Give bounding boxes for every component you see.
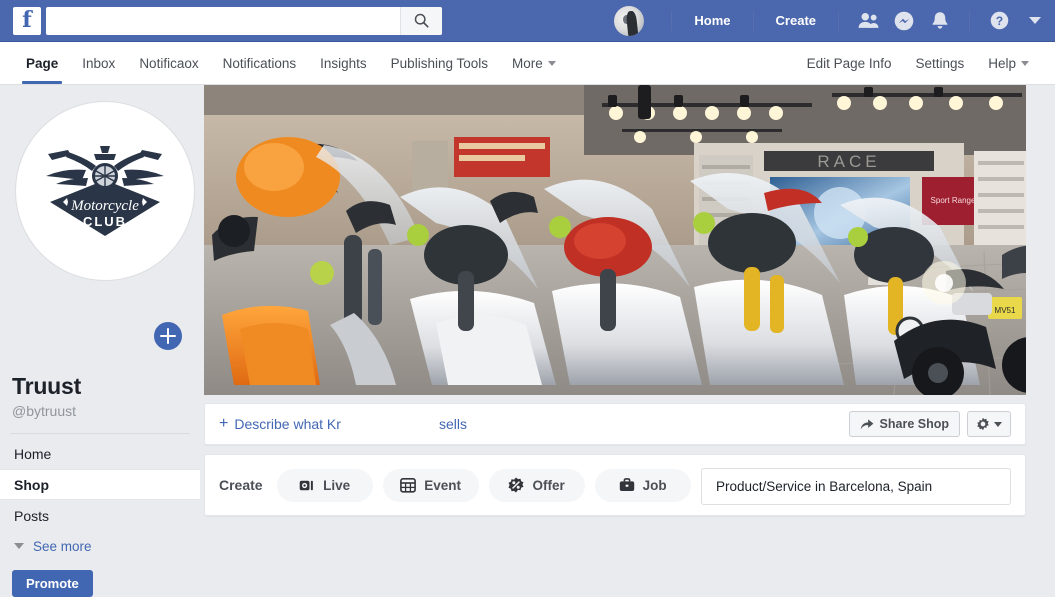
create-live-button[interactable]: Live xyxy=(276,468,373,502)
nav-link-home[interactable]: Home xyxy=(683,13,741,28)
share-arrow-icon xyxy=(860,418,873,429)
calendar-icon xyxy=(400,477,417,493)
video-camera-icon xyxy=(299,480,313,490)
share-shop-button[interactable]: Share Shop xyxy=(848,411,960,437)
friend-requests-button[interactable] xyxy=(853,7,883,35)
tab-label: Edit Page Info xyxy=(806,55,892,71)
facebook-logo-icon[interactable]: f xyxy=(13,6,41,35)
friend-requests-icon xyxy=(858,13,878,28)
describe-card-actions: Share Shop xyxy=(848,411,1011,437)
help-question-icon: ? xyxy=(990,11,1008,30)
sidebar-item-label: Home xyxy=(14,445,52,462)
create-job-button[interactable]: Job xyxy=(594,468,691,502)
plus-icon: + xyxy=(219,415,229,432)
tab-publishing-tools[interactable]: Publishing Tools xyxy=(379,42,500,84)
help-button[interactable]: ? xyxy=(984,7,1014,35)
profile-picture[interactable]: Motorcycle CLUB xyxy=(16,102,194,280)
see-more-label: See more xyxy=(33,538,92,554)
sidebar-divider xyxy=(10,433,190,434)
chevron-down-icon xyxy=(994,421,1002,427)
svg-text:CLUB: CLUB xyxy=(83,214,127,229)
account-menu-caret-icon[interactable] xyxy=(1029,17,1041,24)
messenger-icon xyxy=(894,11,914,30)
tab-notifications[interactable]: Notifications xyxy=(211,42,309,84)
tab-label: Publishing Tools xyxy=(390,55,488,71)
messenger-button[interactable] xyxy=(889,7,919,35)
nav-divider xyxy=(969,10,970,31)
tab-page[interactable]: Page xyxy=(14,42,70,84)
percent-tag-icon xyxy=(508,477,524,493)
create-card: Create Live Event Offer Job Product/Serv… xyxy=(204,454,1026,516)
nav-link-create[interactable]: Create xyxy=(765,13,827,28)
describe-shop-card: + Describe what Kr sells Share Shop xyxy=(204,403,1026,445)
chevron-down-icon xyxy=(1021,60,1029,66)
sidebar-nav: Home Shop Posts See more xyxy=(0,438,200,561)
page-handle: @bytruust xyxy=(12,403,77,419)
sidebar-see-more[interactable]: See more xyxy=(0,531,200,561)
top-nav-right-group: Home Create ? xyxy=(614,0,1055,42)
svg-text:RACE: RACE xyxy=(817,152,880,171)
sells-link[interactable]: sells xyxy=(439,416,467,432)
create-button-label: Offer xyxy=(532,477,565,493)
tab-bar-right-group: Edit Page Info Settings Help xyxy=(795,42,1041,84)
tab-label: Insights xyxy=(320,55,367,71)
tab-label: Notificaox xyxy=(139,55,199,71)
tab-label: More xyxy=(512,55,543,71)
sidebar-item-shop[interactable]: Shop xyxy=(0,469,200,500)
tab-edit-page-info[interactable]: Edit Page Info xyxy=(795,42,904,84)
cover-photo[interactable]: RACE Sport Range MV51 xyxy=(204,85,1026,395)
add-profile-photo-button[interactable] xyxy=(151,319,185,353)
avatar[interactable] xyxy=(614,5,645,36)
briefcase-icon xyxy=(619,478,634,491)
chevron-down-icon xyxy=(14,543,24,549)
tab-settings[interactable]: Settings xyxy=(903,42,976,84)
nav-divider xyxy=(752,10,754,31)
describe-what-sells-link[interactable]: + Describe what Kr xyxy=(219,415,341,433)
tab-label: Help xyxy=(988,55,1016,71)
page-title: Truust xyxy=(12,373,82,399)
search-button[interactable] xyxy=(400,6,442,35)
page-body: Motorcycle CLUB Truust @bytruust Home Sh… xyxy=(0,85,1055,597)
tab-insights[interactable]: Insights xyxy=(308,42,379,84)
gear-icon xyxy=(977,417,989,431)
chevron-down-icon xyxy=(547,60,556,66)
create-button-label: Live xyxy=(323,477,351,493)
sidebar-item-home[interactable]: Home xyxy=(0,438,200,469)
svg-text:Sport Range: Sport Range xyxy=(931,196,976,205)
tab-help[interactable]: Help xyxy=(976,42,1041,84)
create-button-label: Event xyxy=(424,477,461,493)
nav-divider xyxy=(838,10,839,31)
tab-label: Inbox xyxy=(82,55,116,71)
search-input[interactable] xyxy=(46,7,400,34)
left-sidebar: Motorcycle CLUB Truust @bytruust Home Sh… xyxy=(0,85,200,597)
tab-notificaox[interactable]: Notificaox xyxy=(127,42,210,84)
create-label: Create xyxy=(219,477,263,493)
share-shop-label: Share Shop xyxy=(879,417,949,431)
create-button-label: Job xyxy=(642,477,667,493)
search-bar xyxy=(46,6,442,35)
svg-text:Motorcycle: Motorcycle xyxy=(70,198,139,214)
top-navigation-bar: f Home Create ? xyxy=(0,0,1055,42)
create-offer-button[interactable]: Offer xyxy=(488,468,585,502)
sidebar-item-label: Shop xyxy=(14,476,49,493)
promote-button[interactable]: Promote xyxy=(12,570,93,597)
tab-label: Settings xyxy=(915,55,965,71)
page-tab-bar: Page Inbox Notificaox Notifications Insi… xyxy=(0,42,1055,85)
tab-more[interactable]: More xyxy=(500,42,568,84)
notifications-bell-icon xyxy=(932,11,948,29)
svg-text:MV51: MV51 xyxy=(995,306,1016,315)
category-location-field[interactable]: Product/Service in Barcelona, Spain xyxy=(701,468,1011,505)
tab-inbox[interactable]: Inbox xyxy=(70,42,127,84)
notifications-button[interactable] xyxy=(925,7,955,35)
motorcycle-club-logo: Motorcycle CLUB xyxy=(46,146,164,236)
search-icon xyxy=(414,13,429,28)
tab-label: Notifications xyxy=(222,55,297,71)
cover-photo-image: RACE Sport Range MV51 xyxy=(204,85,1026,395)
shop-settings-button[interactable] xyxy=(967,411,1011,437)
create-event-button[interactable]: Event xyxy=(382,468,479,502)
describe-link-label: Describe what Kr xyxy=(234,416,341,432)
svg-text:?: ? xyxy=(995,14,1002,28)
nav-divider xyxy=(671,10,673,31)
tab-label: Page xyxy=(26,55,59,71)
